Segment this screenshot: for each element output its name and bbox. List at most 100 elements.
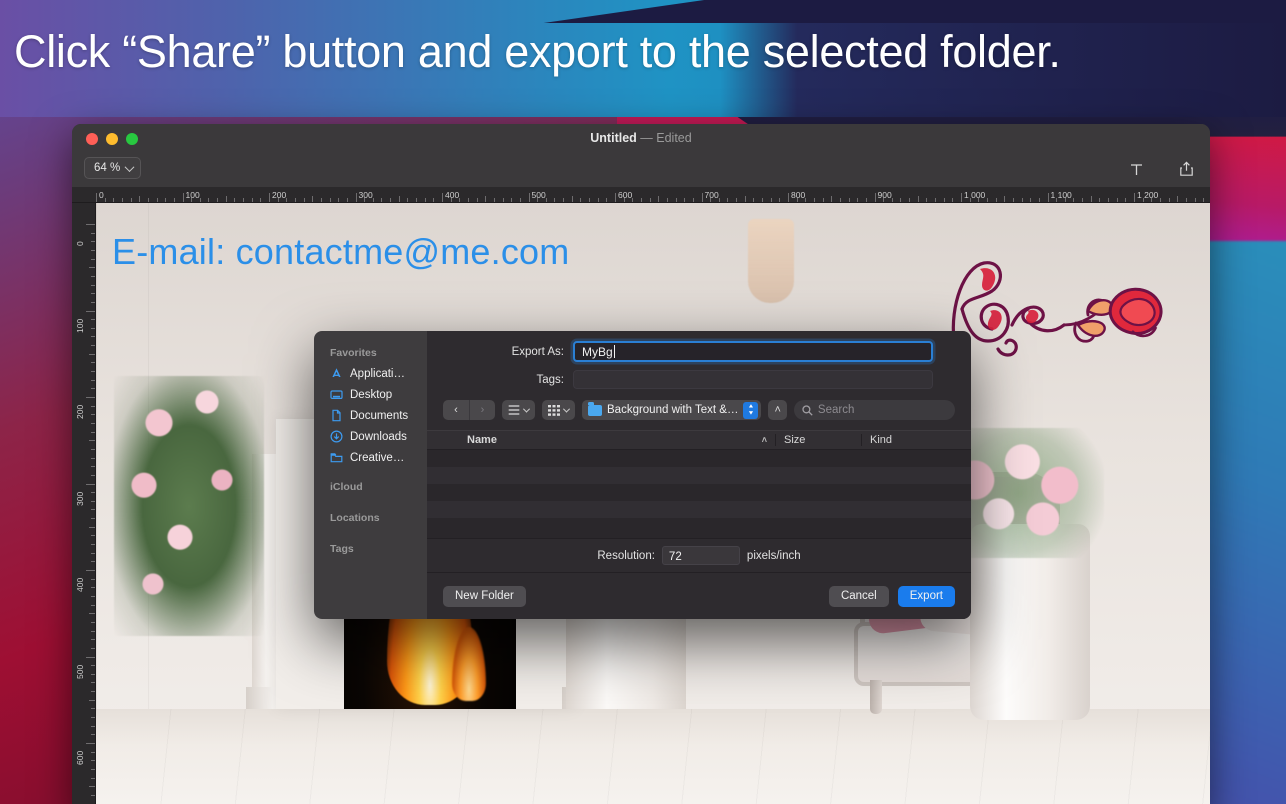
- ruler-tick: [91, 673, 95, 675]
- new-folder-button[interactable]: New Folder: [443, 585, 526, 607]
- resolution-row: Resolution: 72 pixels/inch: [427, 538, 971, 572]
- ruler-tick: [91, 345, 95, 347]
- chevron-down-icon: [522, 405, 531, 413]
- chevron-down-icon: [562, 405, 571, 413]
- ruler-tick: [632, 198, 634, 202]
- share-icon[interactable]: [1176, 159, 1196, 179]
- ruler-tick: [943, 198, 945, 202]
- ruler-tick: [91, 474, 95, 476]
- ruler-tick: [91, 405, 95, 407]
- sidebar-item-documents[interactable]: Documents: [314, 405, 427, 426]
- chevron-down-icon: [124, 161, 135, 172]
- ruler-tick: [91, 639, 95, 641]
- ruler-label-h: 1 000: [964, 190, 986, 200]
- icon-view-button[interactable]: [542, 400, 575, 420]
- sidebar-item-desktop[interactable]: Desktop: [314, 384, 427, 405]
- file-list[interactable]: [427, 450, 971, 538]
- stepper-icon[interactable]: ▲ ▼: [743, 401, 759, 419]
- ruler-tick: [1082, 198, 1084, 202]
- sidebar-item-creative[interactable]: Creative…: [314, 447, 427, 468]
- sidebar-section-icloud: iCloud: [330, 481, 363, 493]
- ruler-tick: [779, 198, 781, 202]
- sidebar-item-downloads[interactable]: Downloads: [314, 426, 427, 447]
- export-dialog: Favorites Applicati… Desktop Documents Downl…: [314, 331, 971, 619]
- go-up-button[interactable]: ˄: [768, 400, 787, 420]
- ruler-tick: [926, 198, 928, 202]
- ruler-tick: [91, 595, 95, 597]
- ruler-tick: [528, 193, 530, 202]
- ruler-tick: [1030, 198, 1032, 202]
- ruler-tick: [104, 198, 106, 202]
- ruler-tick: [91, 431, 95, 433]
- ruler-tick: [995, 198, 997, 202]
- tags-label: Tags:: [536, 373, 565, 386]
- ruler-label-h: 600: [618, 190, 633, 200]
- ruler-tick: [467, 198, 469, 202]
- ruler-tick: [91, 587, 95, 589]
- ruler-tick: [675, 198, 677, 202]
- ruler-tick: [113, 198, 115, 202]
- export-as-label: Export As:: [511, 345, 564, 358]
- ruler-tick: [165, 198, 167, 202]
- ruler-tick: [459, 198, 461, 202]
- ruler-tick: [91, 604, 95, 606]
- ruler-tick: [294, 198, 296, 202]
- sidebar-item-label: Documents: [350, 409, 409, 422]
- ruler-tick: [952, 198, 954, 202]
- ruler-tick: [519, 198, 521, 202]
- ruler-tick: [390, 198, 392, 202]
- ruler-tick: [91, 647, 95, 649]
- export-as-row: Export As: MyBg: [427, 331, 971, 362]
- file-row[interactable]: [427, 484, 971, 501]
- ruler-tick: [130, 198, 132, 202]
- ruler-tick: [86, 483, 95, 485]
- ruler-tick: [1047, 193, 1049, 202]
- ruler-tick: [156, 198, 158, 202]
- ruler-tick: [502, 198, 504, 202]
- folder-path-popup[interactable]: Background with Text &… ▲ ▼: [582, 400, 762, 420]
- search-field[interactable]: Search: [793, 400, 955, 420]
- window-titlebar: Untitled — Edited: [72, 124, 1210, 154]
- column-header-name[interactable]: Name ˄: [427, 434, 775, 446]
- document-name: Untitled: [590, 131, 637, 145]
- sidebar-item-applicati[interactable]: Applicati…: [314, 363, 427, 384]
- dialog-main: Export As: MyBg Tags: ‹ › Background wit…: [427, 331, 971, 619]
- ruler-tick: [91, 448, 95, 450]
- cancel-button[interactable]: Cancel: [828, 585, 889, 607]
- ruler-tick: [770, 198, 772, 202]
- ruler-tick: [86, 656, 95, 658]
- file-row[interactable]: [427, 518, 971, 535]
- edited-status: Edited: [656, 131, 692, 145]
- canvas-email-text[interactable]: E-mail: contactme@me.com: [112, 231, 569, 273]
- ruler-tick: [580, 198, 582, 202]
- ruler-tick: [935, 198, 937, 202]
- nav-back-button[interactable]: ‹: [443, 400, 469, 420]
- downloads-icon: [330, 430, 343, 443]
- export-as-input[interactable]: MyBg: [573, 341, 933, 362]
- ruler-tick: [416, 198, 418, 202]
- tags-input[interactable]: [573, 370, 933, 389]
- ruler-tick: [91, 284, 95, 286]
- file-row[interactable]: [427, 501, 971, 518]
- column-header-size[interactable]: Size: [775, 434, 861, 446]
- text-tool-icon[interactable]: [1126, 159, 1146, 179]
- file-row[interactable]: [427, 450, 971, 467]
- ruler-tick: [900, 198, 902, 202]
- nav-forward-button[interactable]: ›: [469, 400, 495, 420]
- resolution-input[interactable]: 72: [661, 546, 740, 565]
- screenshot-root: Click “Share” button and export to the s…: [0, 0, 1286, 804]
- column-header-kind[interactable]: Kind: [861, 434, 971, 446]
- ruler-tick: [91, 630, 95, 632]
- ruler-tick: [91, 371, 95, 373]
- file-row[interactable]: [427, 467, 971, 484]
- desktop-icon: [330, 388, 343, 401]
- export-button[interactable]: Export: [897, 585, 955, 607]
- instruction-text: Click “Share” button and export to the s…: [14, 26, 1061, 77]
- ruler-tick: [91, 241, 95, 243]
- ruler-tick: [442, 193, 443, 202]
- artwork-floor: [96, 709, 1210, 804]
- list-view-button[interactable]: [502, 400, 535, 420]
- ruler-tick: [1159, 198, 1161, 202]
- ruler-tick: [91, 388, 95, 390]
- zoom-level-dropdown[interactable]: 64 %: [84, 157, 142, 179]
